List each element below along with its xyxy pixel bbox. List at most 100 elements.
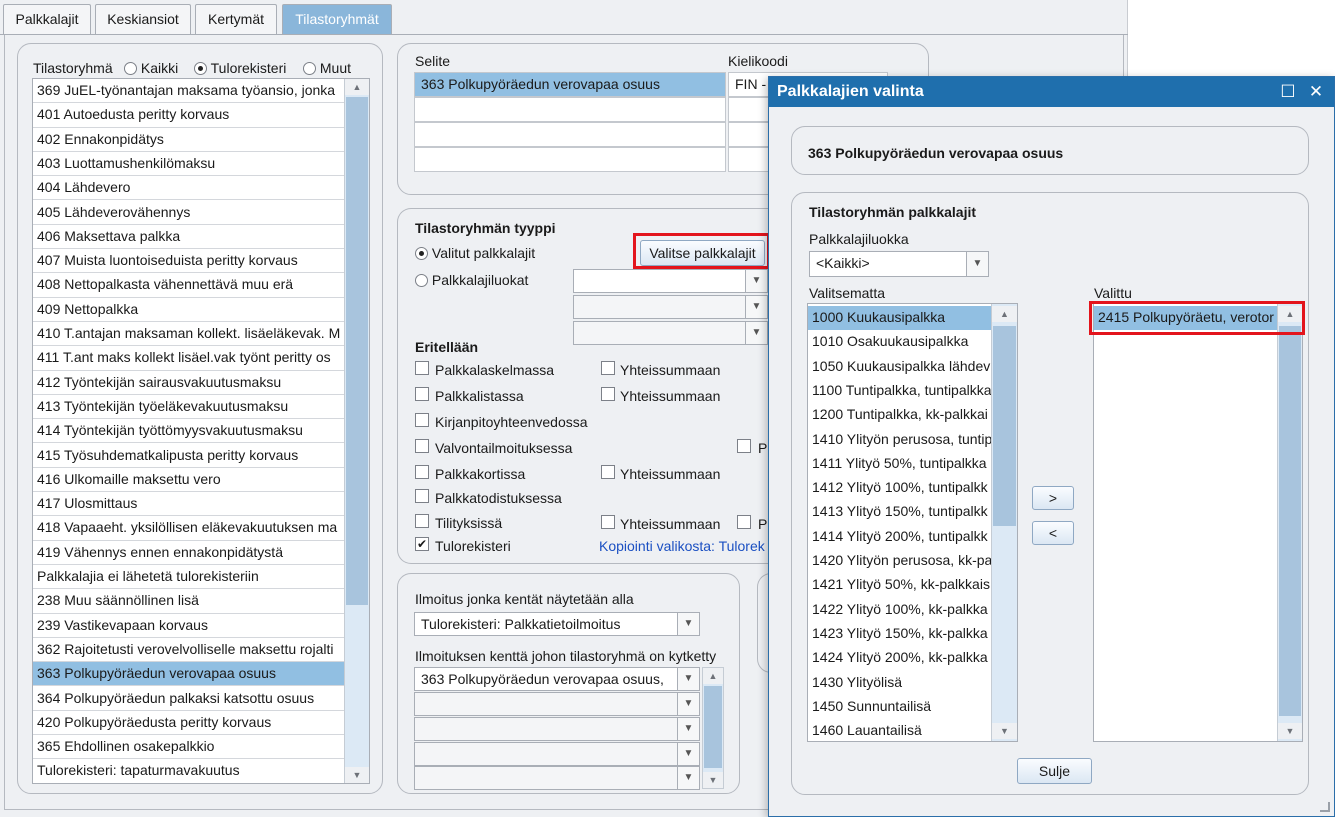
desc-row-empty[interactable] — [414, 122, 726, 147]
unselected-list-item[interactable]: 1411 Ylityö 50%, tuntipalkka — [808, 452, 991, 476]
unselected-list-item[interactable]: 1410 Ylityön perusosa, tuntip — [808, 428, 991, 452]
tab-kertymat[interactable]: Kertymät — [195, 4, 277, 34]
scroll-down-icon[interactable]: ▼ — [345, 767, 369, 783]
report-combo[interactable]: Tulorekisteri: Palkkatietoilmoitus ▼ — [414, 612, 700, 636]
remove-button[interactable]: < — [1032, 521, 1074, 545]
scroll-down-icon[interactable]: ▼ — [703, 772, 723, 788]
unselected-list[interactable]: 1000 Kuukausipalkka 1010 Osakuukausipalkk… — [807, 303, 1018, 742]
unselected-list-item[interactable]: 1460 Lauantailisä — [808, 719, 991, 743]
group-list-item[interactable]: 413 Työntekijän työeläkevakuutusmaksu — [33, 395, 344, 420]
group-list-item[interactable]: 407 Muista luontoiseduista peritty korva… — [33, 249, 344, 274]
chevron-down-icon[interactable]: ▼ — [966, 252, 988, 276]
desc-row-empty[interactable] — [414, 97, 726, 122]
filter-tulorekisteri-option[interactable]: Tulorekisteri — [194, 60, 286, 76]
group-list-item[interactable]: 402 Ennakonpidätys — [33, 128, 344, 152]
check-sum-1[interactable] — [601, 361, 615, 375]
unselected-list-item[interactable]: 1412 Ylityö 100%, tuntipalkk — [808, 476, 991, 500]
check-palkkatodistus[interactable] — [415, 489, 429, 503]
filter-muut-option[interactable]: Muut — [303, 60, 351, 76]
close-button[interactable]: Sulje — [1017, 758, 1092, 784]
scroll-thumb[interactable] — [704, 686, 722, 768]
group-list-item[interactable]: 412 Työntekijän sairausvakuutusmaksu — [33, 371, 344, 395]
field-combo[interactable]: 363 Polkupyöräedun verovapaa osuus, ▼ — [414, 667, 700, 691]
radio-luokat[interactable] — [415, 274, 428, 287]
field-scrollbar[interactable]: ▲ ▼ — [702, 667, 724, 789]
group-list-item[interactable]: 415 Työsuhdematkalipusta peritty korvaus — [33, 444, 344, 468]
unselected-scrollbar[interactable]: ▲ ▼ — [991, 304, 1017, 741]
group-list-item[interactable]: 411 T.ant maks kollekt lisäel.vak työnt … — [33, 346, 344, 371]
group-list-item[interactable]: 417 Ulosmittaus — [33, 492, 344, 517]
maximize-icon[interactable]: ☐ — [1274, 77, 1302, 107]
unselected-list-item[interactable]: 1421 Ylityö 50%, kk-palkkais — [808, 573, 991, 597]
selected-list[interactable]: 2415 Polkupyöräetu, verotor ▲ ▼ — [1093, 303, 1303, 742]
unselected-list-item[interactable]: 1100 Tuntipalkka, tuntipalkka — [808, 379, 991, 403]
group-list-item[interactable]: 419 Vähennys ennen ennakonpidätystä — [33, 541, 344, 565]
group-list-item[interactable]: 410 T.antajan maksaman kollekt. lisäeläk… — [33, 322, 344, 347]
group-list-item[interactable]: 405 Lähdeverovähennys — [33, 201, 344, 225]
check-sum-3[interactable] — [601, 465, 615, 479]
check-tilitykset[interactable] — [415, 514, 429, 528]
check-p-2[interactable] — [737, 515, 751, 529]
group-list-item[interactable]: 420 Polkupyöräedusta peritty korvaus — [33, 711, 344, 736]
scroll-thumb[interactable] — [993, 326, 1016, 526]
groups-list[interactable]: 369 JuEL-työnantajan maksama työansio, j… — [32, 78, 370, 784]
unselected-list-item[interactable]: 1423 Ylityö 150%, kk-palkka — [808, 622, 991, 646]
check-palkkalaskelmassa[interactable] — [415, 361, 429, 375]
group-list-item[interactable]: 362 Rajoitetusti verovelvolliselle makse… — [33, 638, 344, 663]
radio-luokat-option[interactable]: Palkkalajiluokat — [415, 272, 528, 288]
class-combo-1[interactable]: ▼ — [573, 269, 768, 293]
group-list-item[interactable]: 416 Ulkomaille maksettu vero — [33, 468, 344, 493]
radio-tulorekisteri[interactable] — [194, 62, 207, 75]
group-list-item[interactable]: 239 Vastikevapaan korvaus — [33, 614, 344, 638]
selected-scrollbar[interactable]: ▲ ▼ — [1277, 304, 1302, 741]
group-list-item[interactable]: 363 Polkupyöräedun verovapaa osuus — [33, 662, 344, 687]
chevron-down-icon[interactable]: ▼ — [677, 668, 699, 690]
dialog-titlebar[interactable]: Palkkalajien valinta ☐ ✕ — [769, 77, 1334, 107]
scroll-down-icon[interactable]: ▼ — [992, 723, 1017, 739]
group-list-item[interactable]: 418 Vapaaeht. yksilöllisen eläkevakuutuk… — [33, 516, 344, 541]
check-palkkakortti[interactable] — [415, 465, 429, 479]
group-list-item[interactable]: 238 Muu säännöllinen lisä — [33, 589, 344, 614]
unselected-list-item[interactable]: 1010 Osakuukausipalkka — [808, 330, 991, 354]
tab-palkkalajit[interactable]: Palkkalajit — [3, 4, 91, 34]
group-list-item[interactable]: 404 Lähdevero — [33, 176, 344, 201]
unselected-list-item[interactable]: 1430 Ylityölisä — [808, 671, 991, 695]
filter-all-option[interactable]: Kaikki — [124, 60, 178, 76]
group-list-item[interactable]: Tulorekisteri: tapaturmavakuutus — [33, 759, 344, 783]
check-tulorekisteri[interactable]: ✔ — [415, 537, 429, 551]
tab-keskiansiot[interactable]: Keskiansiot — [95, 4, 191, 34]
radio-kaikki[interactable] — [124, 62, 137, 75]
unselected-list-item[interactable]: 1000 Kuukausipalkka — [808, 306, 991, 331]
add-button[interactable]: > — [1032, 486, 1074, 510]
radio-muut[interactable] — [303, 62, 316, 75]
check-sum-4[interactable] — [601, 515, 615, 529]
check-palkkalistassa[interactable] — [415, 387, 429, 401]
scroll-up-icon[interactable]: ▲ — [703, 668, 723, 684]
scroll-up-icon[interactable]: ▲ — [345, 79, 369, 95]
scroll-up-icon[interactable]: ▲ — [992, 306, 1017, 322]
scroll-down-icon[interactable]: ▼ — [1278, 723, 1302, 739]
tab-tilastoryhmat[interactable]: Tilastoryhmät — [282, 4, 392, 35]
group-list-item[interactable]: 403 Luottamushenkilömaksu — [33, 152, 344, 177]
group-list-item[interactable]: 408 Nettopalkasta vähennettävä muu erä — [33, 273, 344, 298]
unselected-list-item[interactable]: 1200 Tuntipalkka, kk-palkkai — [808, 403, 991, 427]
radio-valitut-option[interactable]: Valitut palkkalajit — [415, 245, 535, 261]
group-list-item[interactable]: Palkkalajia ei lähetetä tulorekisteriin — [33, 565, 344, 590]
check-sum-2[interactable] — [601, 387, 615, 401]
desc-row-empty[interactable] — [414, 147, 726, 172]
radio-valitut[interactable] — [415, 247, 428, 260]
unselected-list-item[interactable]: 1050 Kuukausipalkka lähdev — [808, 355, 991, 379]
group-list-item[interactable]: 364 Polkupyöräedun palkaksi katsottu osu… — [33, 687, 344, 711]
scroll-thumb[interactable] — [346, 97, 368, 605]
check-valvonta[interactable] — [415, 439, 429, 453]
unselected-list-item[interactable]: 1413 Ylityö 150%, tuntipalkk — [808, 500, 991, 524]
unselected-list-item[interactable]: 1414 Ylityö 200%, tuntipalkk — [808, 525, 991, 549]
group-list-item[interactable]: 365 Ehdollinen osakepalkkio — [33, 735, 344, 760]
unselected-list-item[interactable]: 1450 Sunnuntailisä — [808, 695, 991, 719]
group-list-item[interactable]: 369 JuEL-työnantajan maksama työansio, j… — [33, 79, 344, 104]
close-icon[interactable]: ✕ — [1302, 77, 1330, 107]
group-list-item[interactable]: 409 Nettopalkka — [33, 298, 344, 322]
groups-scrollbar[interactable]: ▲ ▼ — [344, 79, 369, 783]
group-list-item[interactable]: 414 Työntekijän työttömyysvakuutusmaksu — [33, 419, 344, 444]
resize-grip-icon[interactable] — [1320, 802, 1330, 812]
